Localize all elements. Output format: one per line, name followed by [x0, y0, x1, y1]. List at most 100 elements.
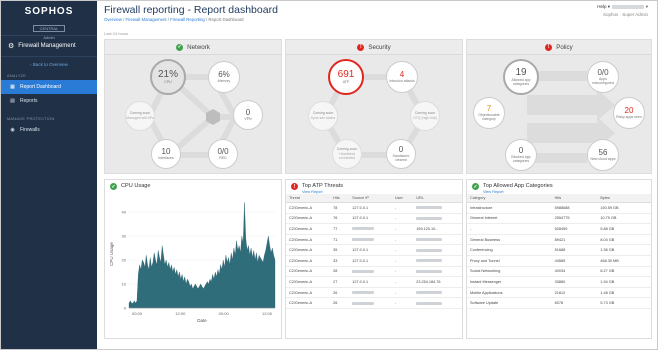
- column-header[interactable]: URL: [413, 194, 462, 203]
- table-row[interactable]: C2/Generic-A 26 -: [286, 287, 462, 299]
- table-cell: 5.88 GB: [597, 223, 651, 235]
- user-role: Sophos · Super Admin: [602, 12, 648, 17]
- column-header[interactable]: Hits: [551, 194, 598, 203]
- new-cloud-apps-circle[interactable]: 56 New cloud apps: [587, 139, 619, 171]
- redacted-value: [416, 238, 443, 242]
- y-tick-label: 0: [124, 306, 127, 311]
- reports-icon: ▤: [10, 98, 15, 104]
- table-row[interactable]: -528459 5.88 GB: [467, 223, 651, 235]
- table-cell: 127.0.0.1: [349, 202, 392, 214]
- table-cell: C2/Generic-A: [286, 213, 331, 225]
- table-row[interactable]: Instant Messenger 33880 1.94 GB: [467, 276, 651, 288]
- blocked-app-categories-circle[interactable]: 0 Blocked app categories: [505, 139, 537, 171]
- user-box[interactable]: Help ▾ ▾ Sophos · Super Admin: [597, 4, 648, 17]
- table-cell: Mobile Applications: [467, 287, 552, 299]
- table-row[interactable]: C2/Generic-A 27 127.0.0.1-23.254.184.76: [286, 276, 462, 288]
- y-tick-label: 30: [122, 234, 127, 239]
- table-cell: C2/Generic-A: [286, 255, 331, 267]
- allowed-app-categories-circle[interactable]: 19 Allowed app categories: [503, 59, 539, 95]
- intrusion-value: 4: [399, 69, 405, 79]
- risky-apps-circle[interactable]: 20 Risky apps seen: [613, 97, 645, 129]
- table-cell: 127.0.0.1: [349, 213, 392, 225]
- table-row[interactable]: C2/Generic-A 28 -: [286, 266, 462, 278]
- table-cell: 1.94 GB: [597, 276, 651, 288]
- breadcrumb-overview[interactable]: Overview: [104, 17, 122, 22]
- redacted-value: [416, 259, 443, 263]
- table-cell: -: [391, 234, 414, 246]
- table-cell: 5988688: [551, 202, 598, 214]
- table-row[interactable]: Social Networking 40034 8.27 GB: [467, 266, 651, 278]
- column-header[interactable]: Threat: [286, 194, 331, 203]
- table-row[interactable]: Mobile Applications 21812 1.48 GB: [467, 287, 651, 299]
- sandstorm-label: Sandstorm cleared: [392, 153, 410, 162]
- objectionable-circle[interactable]: 7 Objectionable category: [473, 97, 505, 129]
- sandstorm-circle[interactable]: 0 Sandstorm cleared: [386, 139, 416, 169]
- blocked-value: 0: [518, 145, 524, 155]
- apps-misconfigured-circle[interactable]: 0/0 Apps misconfigured: [587, 61, 619, 93]
- table-cell: Software Update: [467, 297, 552, 309]
- x-tick-label: 00:00: [219, 311, 230, 316]
- y-tick-label: 40: [122, 210, 127, 215]
- network-panel: ✓ Network 21% CPU 6% Memory 0 VPN 0/0 RE: [104, 39, 282, 174]
- back-to-overview-link[interactable]: ‹ Back to Overview: [1, 57, 97, 71]
- table-row[interactable]: General Internet 2554775 10.79 GB: [467, 213, 651, 225]
- app-view-report-link[interactable]: View Report: [483, 190, 553, 194]
- atp-circle[interactable]: 691 ATP: [328, 59, 364, 95]
- time-range[interactable]: Last 24 hours: [104, 31, 128, 36]
- table-row[interactable]: C2/Generic-A 77 -159.120.10...: [286, 223, 462, 235]
- vpn-circle[interactable]: 0 VPN: [233, 100, 263, 130]
- cpu-usage-header: ✓ CPU Usage: [105, 180, 281, 194]
- breadcrumb-firewall-reporting[interactable]: Firewall Reporting: [170, 17, 205, 22]
- table-cell: Conferencing: [467, 244, 552, 256]
- table-row[interactable]: C2/Generic-A 35 127.0.0.1-: [286, 244, 462, 256]
- table-cell: 5.73 GB: [597, 297, 651, 309]
- table-row[interactable]: C2/Generic-A 71 -: [286, 234, 462, 246]
- user-name-redacted[interactable]: [612, 4, 645, 9]
- table-row[interactable]: C2/Generic-A 78 127.0.0.1-: [286, 202, 462, 214]
- header: Firewall reporting - Report dashboard Ov…: [104, 4, 652, 26]
- column-header[interactable]: User: [391, 194, 414, 203]
- redacted-value: [416, 291, 443, 295]
- table-row[interactable]: Infrastructure 5988688 150.59 GB: [467, 202, 651, 214]
- cpu-value: 21%: [157, 68, 178, 80]
- intrusion-circle[interactable]: 4 Intrusion attacks: [386, 61, 418, 93]
- table-row[interactable]: C2/Generic-A 76 127.0.0.1-: [286, 213, 462, 225]
- sidebar-item-reports[interactable]: ▤ Reports: [1, 94, 97, 108]
- network-panel-header: ✓ Network: [105, 40, 281, 55]
- column-header[interactable]: Source IP: [349, 194, 392, 203]
- table-cell: 89421: [551, 234, 598, 246]
- table-row[interactable]: General Business 89421 8.04 GB: [467, 234, 651, 246]
- column-header[interactable]: Hits: [330, 194, 350, 203]
- table-row[interactable]: Proxy and Tunnel 44585 468.30 MB: [467, 255, 651, 267]
- table-cell: [413, 266, 462, 278]
- objectionable-value: 7: [486, 103, 492, 113]
- breadcrumb-firewall-management[interactable]: Firewall Management: [126, 17, 167, 22]
- atp-view-report-link[interactable]: View Report: [302, 190, 343, 194]
- cpu-circle[interactable]: 21% CPU: [150, 59, 186, 95]
- table-cell: 1.36 GB: [597, 244, 651, 256]
- table-row[interactable]: C2/Generic-A 26 -: [286, 297, 462, 309]
- table-cell: 71: [330, 234, 350, 246]
- column-header[interactable]: Category: [467, 194, 552, 203]
- app-categories-header: ✓ Top Allowed App Categories View Report: [467, 180, 651, 194]
- memory-circle[interactable]: 6% Memory: [208, 61, 240, 93]
- help-menu[interactable]: Help ▾: [597, 4, 610, 9]
- table-cell: C2/Generic-A: [286, 266, 331, 278]
- red-circle[interactable]: 0/0 RED: [208, 139, 238, 169]
- column-header[interactable]: Bytes: [597, 194, 651, 203]
- table-row[interactable]: C2/Generic-A 33 127.0.0.1-: [286, 255, 462, 267]
- logo-sub: CENTRAL: [32, 25, 66, 32]
- table-row[interactable]: Conferencing 51688 1.36 GB: [467, 244, 651, 256]
- cpu-usage-chart[interactable]: 0 10 20 30 40 00:00 12:00 00:00 12:00 Date CPU Usa…: [105, 194, 281, 338]
- table-cell: -: [391, 276, 414, 288]
- table-cell: [349, 287, 392, 299]
- sidebar-item-report-dashboard[interactable]: ▦ Report Dashboard: [1, 80, 97, 94]
- atp-threats-title: Top ATP Threats: [302, 183, 344, 189]
- interfaces-circle[interactable]: 10 Interfaces: [151, 139, 181, 169]
- table-cell: C2/Generic-A: [286, 287, 331, 299]
- table-cell: 44585: [551, 255, 598, 267]
- sidebar-item-firewalls[interactable]: ◉ Firewalls: [1, 123, 97, 137]
- allowed-label: Allowed app categories: [511, 77, 531, 86]
- table-cell: 51688: [551, 244, 598, 256]
- table-row[interactable]: Software Update 6078 5.73 GB: [467, 297, 651, 309]
